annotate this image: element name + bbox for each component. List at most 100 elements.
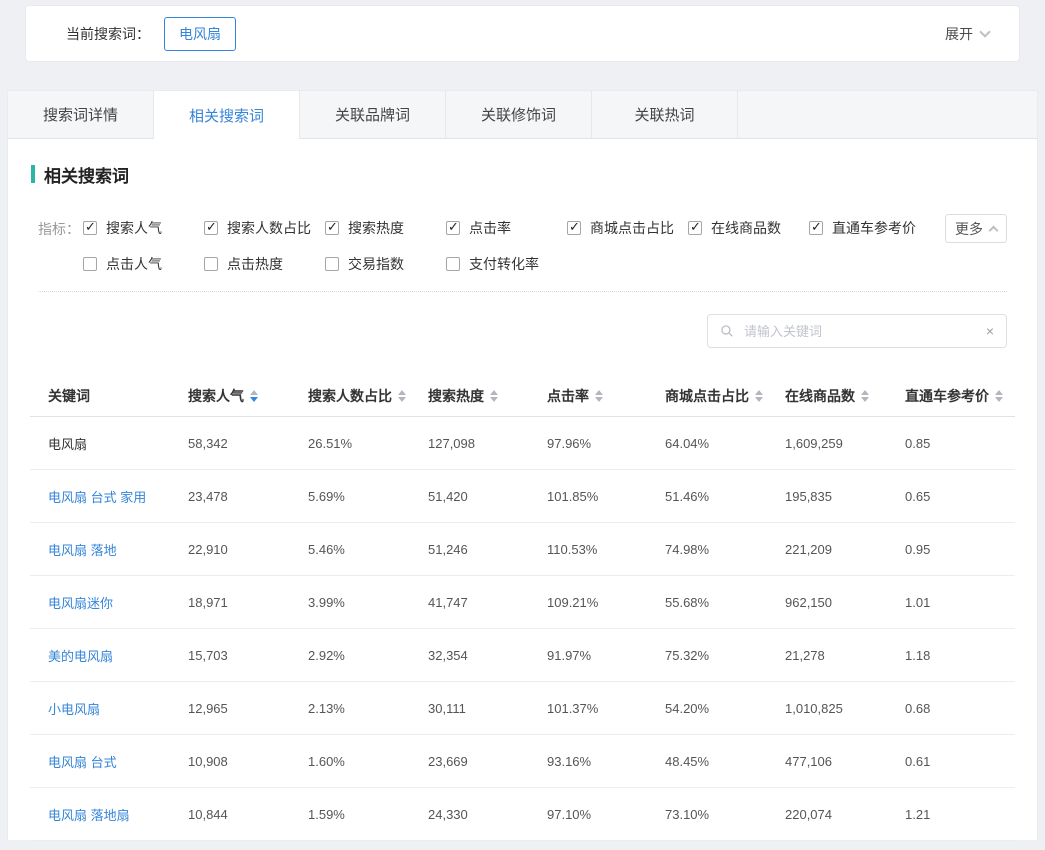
checkbox-checked-icon[interactable] bbox=[446, 221, 460, 235]
keyword-link[interactable]: 电风扇 落地 bbox=[48, 540, 188, 559]
main-panel: 搜索词详情相关搜索词关联品牌词关联修饰词关联热词 相关搜索词 指标： 搜索人气搜… bbox=[7, 90, 1038, 840]
table-header-row: 关键词搜索人气搜索人数占比搜索热度点击率商城点击占比在线商品数直通车参考价 bbox=[30, 375, 1015, 417]
tab-search-term-detail[interactable]: 搜索词详情 bbox=[8, 91, 154, 139]
metric-label: 搜索人气 bbox=[106, 218, 162, 238]
tab-related-modifier-terms[interactable]: 关联修饰词 bbox=[446, 91, 592, 139]
value-cell: 962,150 bbox=[785, 595, 905, 610]
tab-related-search-terms[interactable]: 相关搜索词 bbox=[154, 91, 300, 139]
metric-label: 点击率 bbox=[469, 218, 511, 238]
current-search-term-tag[interactable]: 电风扇 bbox=[164, 17, 236, 51]
table-row: 电风扇迷你18,9713.99%41,747109.21%55.68%962,1… bbox=[30, 576, 1015, 629]
value-cell: 195,835 bbox=[785, 489, 905, 504]
value-cell: 0.95 bbox=[905, 542, 1015, 557]
metric-checkbox-item[interactable]: 商城点击占比 bbox=[567, 218, 688, 238]
current-search-term-label: 当前搜索词： bbox=[66, 24, 150, 44]
value-cell: 32,354 bbox=[428, 648, 547, 663]
table-row: 电风扇 落地22,9105.46%51,246110.53%74.98%221,… bbox=[30, 523, 1015, 576]
chevron-up-icon bbox=[989, 226, 999, 236]
metric-label: 搜索热度 bbox=[348, 218, 404, 238]
tab-related-hot-terms[interactable]: 关联热词 bbox=[592, 91, 738, 139]
checkbox-checked-icon[interactable] bbox=[809, 221, 823, 235]
column-header-label: 搜索人气 bbox=[188, 386, 244, 406]
clear-icon[interactable]: × bbox=[986, 324, 994, 338]
checkbox-checked-icon[interactable] bbox=[325, 221, 339, 235]
metric-checkbox-item[interactable]: 搜索人数占比 bbox=[204, 218, 325, 238]
sort-icon[interactable] bbox=[861, 390, 869, 402]
value-cell: 3.99% bbox=[308, 595, 428, 610]
value-cell: 30,111 bbox=[428, 701, 547, 716]
value-cell: 0.85 bbox=[905, 436, 1015, 451]
keyword-link[interactable]: 电风扇 台式 bbox=[48, 752, 188, 771]
value-cell: 48.45% bbox=[665, 754, 785, 769]
keyword-search-input[interactable] bbox=[742, 323, 986, 340]
column-header-7[interactable]: 直通车参考价 bbox=[905, 386, 1015, 406]
value-cell: 23,669 bbox=[428, 754, 547, 769]
column-header-label: 在线商品数 bbox=[785, 386, 855, 406]
keyword-link[interactable]: 电风扇 落地扇 bbox=[48, 805, 188, 824]
value-cell: 5.69% bbox=[308, 489, 428, 504]
metric-checkbox-item[interactable]: 点击率 bbox=[446, 218, 567, 238]
value-cell: 51,246 bbox=[428, 542, 547, 557]
keyword-link[interactable]: 电风扇 台式 家用 bbox=[48, 487, 188, 506]
column-header-1[interactable]: 搜索人气 bbox=[188, 386, 308, 406]
value-cell: 0.61 bbox=[905, 754, 1015, 769]
table-row: 美的电风扇15,7032.92%32,35491.97%75.32%21,278… bbox=[30, 629, 1015, 682]
keyword-link[interactable]: 小电风扇 bbox=[48, 699, 188, 718]
sort-icon[interactable] bbox=[490, 390, 498, 402]
checkbox-unchecked-icon[interactable] bbox=[325, 257, 339, 271]
metric-checkbox-item[interactable]: 直通车参考价 bbox=[809, 218, 930, 238]
column-header-label: 商城点击占比 bbox=[665, 386, 749, 406]
value-cell: 22,910 bbox=[188, 542, 308, 557]
sort-icon[interactable] bbox=[755, 390, 763, 402]
value-cell: 10,908 bbox=[188, 754, 308, 769]
table-row: 电风扇 台式 家用23,4785.69%51,420101.85%51.46%1… bbox=[30, 470, 1015, 523]
tab-related-brand-terms[interactable]: 关联品牌词 bbox=[300, 91, 446, 139]
metric-checkbox-item[interactable]: 支付转化率 bbox=[446, 254, 567, 274]
metric-checkbox-item[interactable]: 点击人气 bbox=[83, 254, 204, 274]
expand-button[interactable]: 展开 bbox=[945, 24, 989, 44]
column-header-label: 搜索热度 bbox=[428, 386, 484, 406]
more-button[interactable]: 更多 bbox=[945, 214, 1007, 243]
value-cell: 91.97% bbox=[547, 648, 665, 663]
value-cell: 23,478 bbox=[188, 489, 308, 504]
column-header-2[interactable]: 搜索人数占比 bbox=[308, 386, 428, 406]
column-header-label: 直通车参考价 bbox=[905, 386, 989, 406]
value-cell: 101.37% bbox=[547, 701, 665, 716]
value-cell: 109.21% bbox=[547, 595, 665, 610]
column-header-6[interactable]: 在线商品数 bbox=[785, 386, 905, 406]
metric-checkbox-item[interactable]: 搜索人气 bbox=[83, 218, 204, 238]
metric-checkbox-item[interactable]: 搜索热度 bbox=[325, 218, 446, 238]
value-cell: 1.01 bbox=[905, 595, 1015, 610]
table-row: 电风扇58,34226.51%127,09897.96%64.04%1,609,… bbox=[30, 417, 1015, 470]
section-title-text: 相关搜索词 bbox=[44, 162, 129, 187]
value-cell: 110.53% bbox=[547, 542, 665, 557]
table-body: 电风扇58,34226.51%127,09897.96%64.04%1,609,… bbox=[30, 417, 1015, 841]
metric-label: 支付转化率 bbox=[469, 254, 539, 274]
checkbox-unchecked-icon[interactable] bbox=[446, 257, 460, 271]
chevron-down-icon bbox=[979, 26, 990, 37]
checkbox-unchecked-icon[interactable] bbox=[83, 257, 97, 271]
metric-label: 点击人气 bbox=[106, 254, 162, 274]
checkbox-checked-icon[interactable] bbox=[83, 221, 97, 235]
metric-checkbox-item[interactable]: 在线商品数 bbox=[688, 218, 809, 238]
sort-icon[interactable] bbox=[995, 390, 1003, 402]
metric-checkbox-item[interactable]: 点击热度 bbox=[204, 254, 325, 274]
checkbox-checked-icon[interactable] bbox=[567, 221, 581, 235]
tab-bar-filler bbox=[738, 91, 1037, 139]
column-header-3[interactable]: 搜索热度 bbox=[428, 386, 547, 406]
metric-checkbox-item[interactable]: 交易指数 bbox=[325, 254, 446, 274]
checkbox-checked-icon[interactable] bbox=[204, 221, 218, 235]
checkbox-checked-icon[interactable] bbox=[688, 221, 702, 235]
value-cell: 64.04% bbox=[665, 436, 785, 451]
keyword-cell: 电风扇 bbox=[48, 434, 188, 453]
checkbox-unchecked-icon[interactable] bbox=[204, 257, 218, 271]
keyword-link[interactable]: 美的电风扇 bbox=[48, 646, 188, 665]
sort-icon[interactable] bbox=[595, 390, 603, 402]
table-row: 电风扇 落地扇10,8441.59%24,33097.10%73.10%220,… bbox=[30, 788, 1015, 841]
sort-icon[interactable] bbox=[398, 390, 406, 402]
column-header-5[interactable]: 商城点击占比 bbox=[665, 386, 785, 406]
sort-icon[interactable] bbox=[250, 390, 258, 402]
value-cell: 15,703 bbox=[188, 648, 308, 663]
column-header-4[interactable]: 点击率 bbox=[547, 386, 665, 406]
keyword-link[interactable]: 电风扇迷你 bbox=[48, 593, 188, 612]
